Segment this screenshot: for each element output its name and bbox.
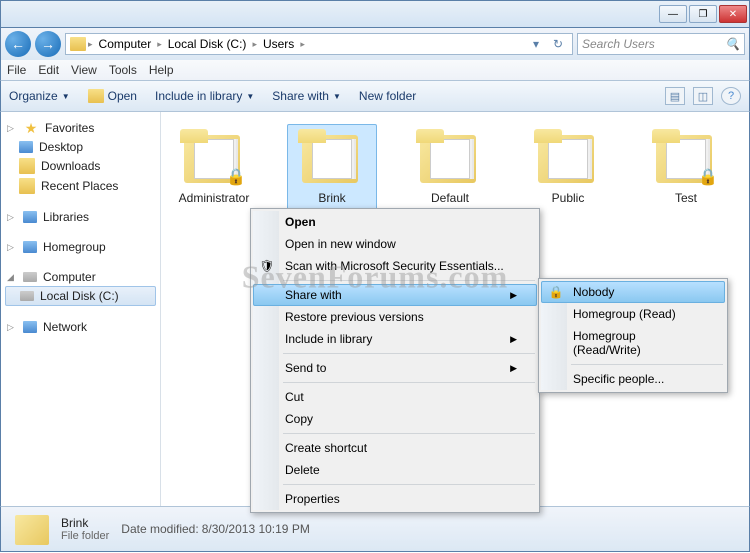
lock-icon: 🔒 [548,285,564,299]
menu-help[interactable]: Help [149,63,174,77]
ctx-delete[interactable]: Delete [253,459,537,481]
back-button[interactable]: ← [5,31,31,57]
breadcrumb-item[interactable]: Users [259,37,298,51]
menu-tools[interactable]: Tools [109,63,137,77]
status-item-type: File folder [61,530,109,542]
refresh-icon[interactable]: ↻ [548,37,568,51]
menu-edit[interactable]: Edit [38,63,59,77]
menu-file[interactable]: File [7,63,26,77]
drive-icon [20,291,34,301]
navigation-bar: ← → ▸ Computer ▸ Local Disk (C:) ▸ Users… [0,28,750,60]
submenu-homegroup-read[interactable]: Homegroup (Read) [541,303,725,325]
ctx-send-to[interactable]: Send to▶ [253,357,537,379]
folder-item[interactable]: Public [523,124,613,210]
ctx-open-new-window[interactable]: Open in new window [253,233,537,255]
homegroup-icon [23,241,37,253]
breadcrumb[interactable]: ▸ Computer ▸ Local Disk (C:) ▸ Users ▸ ▾… [65,33,573,55]
forward-button[interactable]: → [35,31,61,57]
context-menu: Open Open in new window 🛡Scan with Micro… [250,208,540,513]
include-library-button[interactable]: Include in library ▼ [155,89,254,103]
ctx-open[interactable]: Open [253,211,537,233]
folder-icon [534,129,602,187]
chevron-right-icon: ▶ [510,363,517,374]
ctx-properties[interactable]: Properties [253,488,537,510]
ctx-restore-versions[interactable]: Restore previous versions [253,306,537,328]
computer-icon [23,272,37,282]
chevron-down-icon[interactable]: ▾ [526,37,546,51]
submenu-homegroup-readwrite[interactable]: Homegroup (Read/Write) [541,325,725,361]
ctx-create-shortcut[interactable]: Create shortcut [253,437,537,459]
minimize-button[interactable]: — [659,5,687,23]
desktop-icon [19,141,33,153]
navigation-pane: ▷★Favorites Desktop Downloads Recent Pla… [1,112,161,506]
folder-icon [88,89,104,103]
tree-computer[interactable]: ◢Computer [1,268,160,286]
ctx-copy[interactable]: Copy [253,408,537,430]
folder-item[interactable]: 🔒 Administrator [169,124,259,210]
tree-recent[interactable]: Recent Places [1,176,160,196]
help-button[interactable]: ? [721,87,741,105]
view-options-button[interactable]: ▤ [665,87,685,105]
tree-local-disk[interactable]: Local Disk (C:) [5,286,156,306]
toolbar: Organize ▼ Open Include in library ▼ Sha… [0,80,750,112]
star-icon: ★ [23,120,39,136]
folder-icon [416,129,484,187]
submenu-specific-people[interactable]: Specific people... [541,368,725,390]
open-button[interactable]: Open [88,89,137,103]
tree-network[interactable]: ▷Network [1,318,160,336]
share-with-button[interactable]: Share with ▼ [272,89,341,103]
breadcrumb-item[interactable]: Computer [95,37,156,51]
title-bar: — ❐ ✕ [0,0,750,28]
search-input[interactable]: Search Users 🔍 [577,33,745,55]
folder-label: Administrator [174,191,254,205]
shield-icon: 🛡 [259,259,275,273]
libraries-icon [23,211,37,223]
preview-pane-button[interactable]: ◫ [693,87,713,105]
menu-bar: File Edit View Tools Help [0,60,750,80]
status-date-modified: Date modified: 8/30/2013 10:19 PM [121,522,310,536]
status-item-name: Brink [61,516,109,530]
share-with-submenu: 🔒Nobody Homegroup (Read) Homegroup (Read… [538,278,728,393]
folder-item[interactable]: Default [405,124,495,210]
chevron-right-icon: ▶ [510,290,517,301]
tree-libraries[interactable]: ▷Libraries [1,208,160,226]
tree-desktop[interactable]: Desktop [1,138,160,156]
folder-label: Public [528,191,608,205]
breadcrumb-item[interactable]: Local Disk (C:) [164,37,251,51]
ctx-cut[interactable]: Cut [253,386,537,408]
folder-icon [70,37,86,51]
folder-icon [19,178,35,194]
tree-homegroup[interactable]: ▷Homegroup [1,238,160,256]
network-icon [23,321,37,333]
folder-label: Default [410,191,490,205]
folder-icon [298,129,366,187]
folder-label: Test [646,191,726,205]
folder-item[interactable]: Brink [287,124,377,210]
chevron-right-icon: ▶ [510,334,517,345]
folder-icon [13,513,49,545]
organize-button[interactable]: Organize ▼ [9,89,70,103]
folder-icon [19,158,35,174]
new-folder-button[interactable]: New folder [359,89,416,103]
folder-label: Brink [292,191,372,205]
tree-favorites[interactable]: ▷★Favorites [1,118,160,138]
ctx-scan[interactable]: 🛡Scan with Microsoft Security Essentials… [253,255,537,277]
tree-downloads[interactable]: Downloads [1,156,160,176]
menu-view[interactable]: View [71,63,97,77]
maximize-button[interactable]: ❐ [689,5,717,23]
submenu-nobody[interactable]: 🔒Nobody [541,281,725,303]
lock-icon: 🔒 [226,167,246,187]
ctx-include-library[interactable]: Include in library▶ [253,328,537,350]
folder-icon: 🔒 [180,129,248,187]
folder-icon: 🔒 [652,129,720,187]
close-button[interactable]: ✕ [719,5,747,23]
ctx-share-with[interactable]: Share with▶ [253,284,537,306]
search-icon: 🔍 [725,37,740,51]
folder-item[interactable]: 🔒 Test [641,124,731,210]
lock-icon: 🔒 [698,167,718,187]
